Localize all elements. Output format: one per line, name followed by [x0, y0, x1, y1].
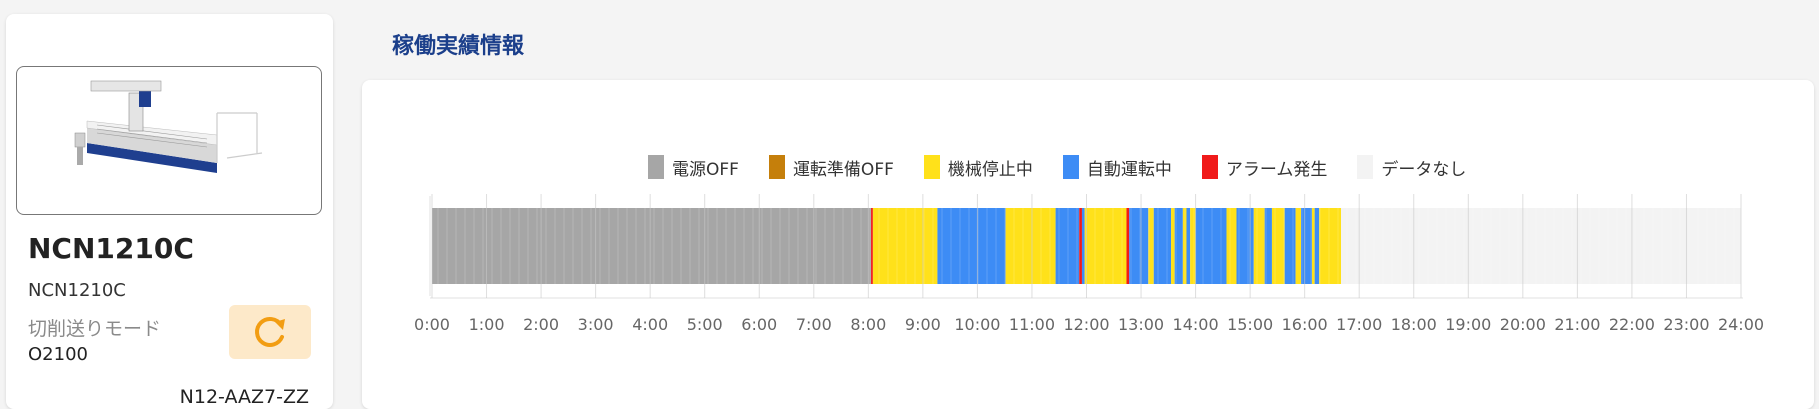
timeline-segment-alarm — [1126, 208, 1130, 284]
timeline-segment-stop — [1171, 208, 1175, 284]
tick-label: 20:00 — [1500, 315, 1546, 334]
tick-label: 2:00 — [523, 315, 559, 334]
tick-label: 11:00 — [1009, 315, 1055, 334]
tick-label: 22:00 — [1609, 315, 1655, 334]
tick-label: 18:00 — [1391, 315, 1437, 334]
timeline-segment-stop — [872, 208, 938, 284]
tick-label: 8:00 — [850, 315, 886, 334]
tick-label: 12:00 — [1063, 315, 1109, 334]
timeline-segment-stop — [1253, 208, 1265, 284]
tick-label: 9:00 — [905, 315, 941, 334]
timeline-segment-auto — [1081, 208, 1085, 284]
tick-label: 15:00 — [1227, 315, 1273, 334]
tick-label: 24:00 — [1718, 315, 1764, 334]
timeline-segment-off — [432, 208, 872, 284]
tick-label: 3:00 — [578, 315, 614, 334]
tick-label: 1:00 — [469, 315, 505, 334]
timeline-segment-stop — [1005, 208, 1056, 284]
timeline-segment-stop — [1295, 208, 1302, 284]
timeline-segment-auto — [1195, 208, 1227, 284]
timeline-segment-auto — [1153, 208, 1172, 284]
timeline-segment-auto — [1314, 208, 1320, 284]
timeline-segment-stop — [1271, 208, 1285, 284]
tick-label: 7:00 — [796, 315, 832, 334]
tick-label: 23:00 — [1663, 315, 1709, 334]
timeline-segment-auto — [937, 208, 1006, 284]
timeline-chart: 0:00 1:00 2:00 3:00 4:00 5:00 6:00 7:00 8:00 9:00… — [414, 194, 1764, 334]
tick-label: 13:00 — [1118, 315, 1164, 334]
tick-label: 0:00 — [414, 315, 450, 334]
timeline-segment-stop — [1084, 208, 1127, 284]
timeline-segment-auto — [1284, 208, 1296, 284]
timeline-segment-auto — [1129, 208, 1149, 284]
timeline-segment-stop — [1226, 208, 1237, 284]
tick-label: 6:00 — [741, 315, 777, 334]
tick-label: 17:00 — [1336, 315, 1382, 334]
timeline-segment-alarm — [871, 208, 873, 284]
tick-label: 21:00 — [1554, 315, 1600, 334]
timeline-segment-stop — [1190, 208, 1196, 284]
tick-label: 14:00 — [1173, 315, 1219, 334]
timeline-segment-alarm — [1079, 208, 1082, 284]
timeline-segment-auto — [1301, 208, 1312, 284]
timeline-segment-auto — [1186, 208, 1191, 284]
timeline-segment-stop — [1311, 208, 1315, 284]
tick-label: 19:00 — [1445, 315, 1491, 334]
tick-label: 10:00 — [954, 315, 1000, 334]
tick-label: 16:00 — [1282, 315, 1328, 334]
tick-label: 5:00 — [687, 315, 723, 334]
tick-label: 4:00 — [632, 315, 668, 334]
